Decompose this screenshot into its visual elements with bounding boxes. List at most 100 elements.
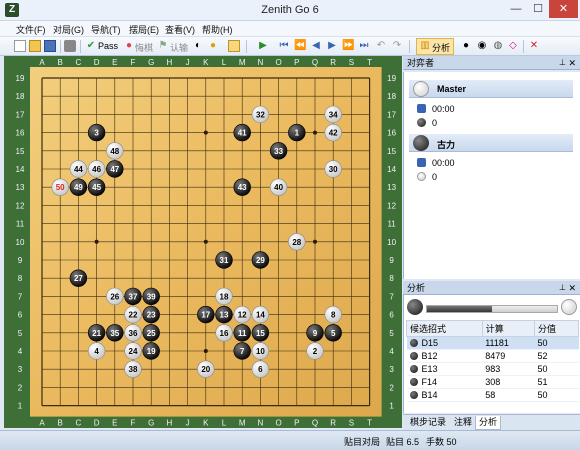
first-move-icon[interactable]: ⏮ <box>278 40 290 52</box>
eraser-icon[interactable]: ◇ <box>507 40 519 52</box>
move-number-label: 4 <box>94 347 99 356</box>
table-row[interactable]: B14 58 50 <box>406 388 579 402</box>
move-number-label: 22 <box>129 311 138 320</box>
stone-group-icon[interactable]: ◉ <box>476 40 488 52</box>
redo-arrow-icon[interactable]: ↷ <box>391 40 403 52</box>
pin-icon[interactable]: ⊥ <box>559 281 566 295</box>
move-number-label: 45 <box>92 183 101 192</box>
header-playouts[interactable]: 计算 <box>481 320 535 337</box>
move-number-label: 47 <box>110 165 119 174</box>
column-label: J <box>186 419 190 428</box>
move-number-label: 33 <box>274 147 283 156</box>
column-label: B <box>58 419 63 428</box>
stone-pair-icon[interactable]: ● <box>460 40 472 52</box>
player-card-header: 古力 <box>409 134 573 152</box>
board-view-icon[interactable] <box>228 40 240 52</box>
column-label: Q <box>312 58 318 67</box>
status-komi: 贴目 6.5 <box>386 437 420 447</box>
forward-ten-icon[interactable]: ⏩ <box>342 40 354 52</box>
column-label: T <box>367 419 372 428</box>
players-panel-title: 对弈者 <box>407 58 435 68</box>
move-number-label: 15 <box>256 329 265 338</box>
column-label: B <box>58 58 63 67</box>
column-label: A <box>39 419 45 428</box>
hint-bulb-icon[interactable]: ● <box>207 40 219 52</box>
tab-move-record[interactable]: 棋步记录 <box>407 416 449 430</box>
menu-help[interactable]: 帮助(H) <box>202 23 233 36</box>
panel-close-icon[interactable]: ✕ <box>568 56 576 70</box>
menu-navigate[interactable]: 导航(T) <box>91 23 121 36</box>
move-number-label: 2 <box>313 347 318 356</box>
go-board[interactable]: AABBCCDDEEFFGGHHJJKKLLMMNNOOPPQQRRSSTT19… <box>4 56 402 428</box>
move-number-label: 29 <box>256 256 265 265</box>
undo-arrow-icon[interactable]: ↶ <box>375 40 387 52</box>
panel-close-icon[interactable]: ✕ <box>568 281 576 295</box>
forward-one-icon[interactable]: ▶ <box>326 40 338 52</box>
back-ten-icon[interactable]: ⏪ <box>294 40 306 52</box>
tab-comments[interactable]: 注释 <box>451 416 475 430</box>
analysis-panel-title: 分析 <box>407 283 426 293</box>
row-label: 6 <box>18 311 23 320</box>
playout-count: 983 <box>482 362 535 376</box>
row-label: 14 <box>16 165 25 174</box>
move-number-label: 46 <box>92 165 101 174</box>
pin-icon[interactable]: ⊥ <box>559 56 566 70</box>
maximize-button[interactable]: ☐ <box>527 0 549 18</box>
print-icon[interactable] <box>64 40 76 52</box>
menu-setup[interactable]: 摆局(E) <box>129 23 159 36</box>
star-point <box>203 349 208 353</box>
row-label: 16 <box>387 129 396 138</box>
header-score[interactable]: 分值 <box>533 320 580 337</box>
menu-game[interactable]: 对局(G) <box>53 23 84 36</box>
close-button[interactable]: ✕ <box>549 0 578 18</box>
column-label: C <box>76 58 82 67</box>
last-move-icon[interactable]: ⏭ <box>358 40 370 52</box>
column-label: L <box>222 58 227 67</box>
row-label: 3 <box>389 365 394 374</box>
resign-button[interactable]: 认输 <box>170 41 188 54</box>
header-candidate-move[interactable]: 候选招式 <box>406 320 483 337</box>
tab-analysis[interactable]: 分析 <box>475 416 502 430</box>
row-label: 19 <box>16 74 25 83</box>
window-title: Zenith Go 6 <box>261 4 319 16</box>
stone-tool-icon[interactable]: ◐ <box>192 40 204 52</box>
pass-button[interactable]: Pass <box>98 41 118 51</box>
save-icon[interactable] <box>44 40 56 52</box>
column-label: M <box>239 58 246 67</box>
go-board-area[interactable]: A A B B C C D D E E F F G G H H J J K K L L M M N N O O P P Q Q R R S S T T 19… <box>4 56 402 428</box>
black-stone-icon <box>409 391 418 399</box>
column-label: O <box>275 419 281 428</box>
menu-file[interactable]: 文件(F) <box>16 23 46 36</box>
minimize-button[interactable]: — <box>505 0 527 18</box>
column-label: M <box>239 419 246 428</box>
undo-button[interactable]: 悔棋 <box>135 41 153 54</box>
row-label: 17 <box>16 110 25 119</box>
move-number-label: 26 <box>110 292 119 301</box>
row-label: 4 <box>389 347 394 356</box>
row-label: 6 <box>389 311 394 320</box>
white-player-card: Master 00:00 0 <box>409 80 573 132</box>
toolbar-separator <box>60 40 61 53</box>
star-point <box>203 239 208 244</box>
delete-x-icon[interactable]: ✕ <box>528 40 540 52</box>
new-file-icon[interactable] <box>14 40 26 52</box>
table-row[interactable]: D15 11181 50 <box>406 336 579 350</box>
row-label: 15 <box>16 147 25 156</box>
table-row[interactable]: E13 983 50 <box>406 362 579 376</box>
move-number-label: 19 <box>147 347 156 356</box>
back-one-icon[interactable]: ◀ <box>310 40 322 52</box>
stone-settings-icon[interactable]: ◍ <box>492 40 504 52</box>
row-label: 7 <box>18 292 23 301</box>
table-row[interactable]: F14 308 51 <box>406 375 579 389</box>
move-number-label: 20 <box>201 365 210 374</box>
table-row[interactable]: B12 8479 52 <box>406 349 579 363</box>
play-icon[interactable]: ▶ <box>257 40 269 52</box>
menu-view[interactable]: 查看(V) <box>165 23 195 36</box>
move-number-label: 11 <box>238 329 247 338</box>
analysis-chart-icon: ▥ <box>420 40 430 51</box>
column-label: H <box>167 419 173 428</box>
move-number-label: 10 <box>256 347 265 356</box>
score-value: 50 <box>534 388 579 402</box>
move-number-label: 28 <box>292 238 301 247</box>
open-folder-icon[interactable] <box>29 40 41 52</box>
